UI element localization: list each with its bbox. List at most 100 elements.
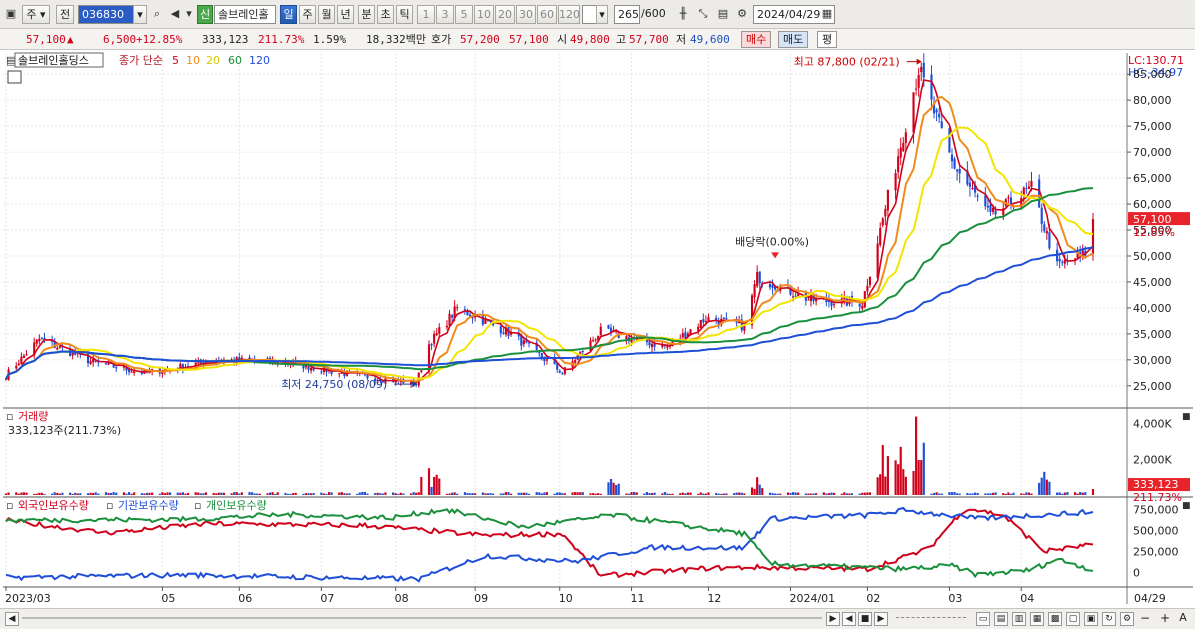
volume-menu-icon[interactable]: ▫ [6, 410, 13, 423]
candle-body [1063, 260, 1066, 264]
crosshair-icon[interactable]: ⤡ [696, 7, 710, 21]
volume-bar [499, 493, 502, 495]
window-icon[interactable]: ▣ [4, 7, 18, 21]
buy-button[interactable]: 매수 [741, 31, 772, 48]
volume-bar [379, 493, 382, 495]
volume-bar [268, 492, 272, 495]
speaker-icon[interactable]: ◀ [168, 7, 182, 21]
flat-button[interactable]: 평 [817, 31, 838, 48]
interval-120-button[interactable]: 120 [558, 5, 580, 24]
play-right-icon[interactable]: ▶ [826, 612, 840, 626]
volume-bar [325, 493, 328, 495]
volume-bar [779, 493, 782, 495]
settings-small-icon[interactable]: ⚙ [1120, 612, 1134, 626]
volume-bar [330, 492, 333, 495]
candle-tool-icon[interactable]: ╫ [676, 7, 690, 21]
candle-body [589, 340, 592, 351]
volume-bar [451, 492, 454, 495]
refresh-icon[interactable]: ↻ [1102, 612, 1116, 626]
gear-icon[interactable]: ⚙ [735, 7, 749, 21]
volume-bar [609, 478, 613, 495]
code-dropdown-icon[interactable]: ▾ [133, 5, 147, 24]
candle-body [1061, 261, 1064, 263]
interval-10-button[interactable]: 10 [474, 5, 494, 24]
holdings-close-icon[interactable]: ■ [1182, 501, 1191, 511]
volume-bar [107, 493, 110, 495]
volume-bar [617, 483, 620, 495]
candle-body [451, 315, 454, 318]
period-week-button[interactable]: 주 [299, 5, 316, 24]
stock-code-input[interactable]: 036830 [78, 5, 134, 24]
volume-bar [699, 492, 702, 495]
calculator-icon[interactable] [7, 70, 22, 84]
period-year-button[interactable]: 년 [337, 5, 354, 24]
grid-view-icon[interactable]: ▦ [1030, 612, 1044, 626]
up-arrow-icon: ▲ [67, 33, 74, 46]
volume-bar [402, 493, 405, 495]
ma10-legend: 10 [186, 54, 200, 67]
step-left-icon[interactable]: ◀ [842, 612, 856, 626]
interval-60-button[interactable]: 60 [537, 5, 557, 24]
candle-body [130, 371, 133, 373]
scroll-track[interactable] [22, 617, 822, 619]
candle-body [704, 320, 707, 322]
volume-summary: 333,123주(211.73%) [8, 424, 121, 437]
calendar-icon[interactable]: ▦ [820, 7, 834, 21]
period-day-button[interactable]: 일 [280, 5, 297, 24]
search-icon[interactable]: ⌕ [150, 7, 164, 21]
volume-bar [932, 492, 936, 495]
holdings-menu-icon[interactable]: ▫ [6, 499, 13, 512]
interval-30-button[interactable]: 30 [516, 5, 536, 24]
capture-icon[interactable]: ▢ [1066, 612, 1080, 626]
prefix-button[interactable]: 전 [56, 5, 74, 24]
interval-5-button[interactable]: 5 [455, 5, 473, 24]
split-icon[interactable]: ▥ [1012, 612, 1026, 626]
candle-body [976, 195, 979, 197]
volume-close-icon[interactable]: ■ [1182, 412, 1191, 422]
layout-icon[interactable]: ▤ [994, 612, 1008, 626]
stock-name-field[interactable]: 솔브레인홀 [214, 5, 276, 24]
candle-body [707, 317, 710, 321]
volume-bar [940, 493, 943, 495]
zoom-fit-icon[interactable]: ▭ [976, 612, 990, 626]
volume-bar [684, 493, 687, 495]
chart-scrollbar[interactable]: ◀ ▶ ◀ ■ ▶ ▭ ▤ ▥ ▦ ▩ ▢ ▣ ↻ ⚙ − + A [0, 608, 1195, 629]
candle-body [558, 370, 561, 373]
scroll-left-icon[interactable]: ◀ [5, 612, 19, 626]
volume-bar [1081, 492, 1084, 495]
speed-slider[interactable] [896, 617, 966, 621]
volume-bar [935, 492, 938, 495]
zoom-out-icon[interactable]: − [1138, 612, 1152, 626]
period-minute-button[interactable]: 분 [358, 5, 375, 24]
holdings-menu-icon-2[interactable]: ▫ [106, 499, 113, 512]
sell-button[interactable]: 매도 [778, 31, 809, 48]
volume-bar [643, 493, 646, 495]
font-size-icon[interactable]: A [1176, 612, 1190, 626]
period-month-button[interactable]: 월 [318, 5, 335, 24]
chevron-down-icon[interactable]: ▾ [182, 7, 196, 21]
bar-count-input[interactable]: 265 [614, 5, 640, 24]
candle-body [886, 189, 889, 211]
stock-chart[interactable]: ▤ 솔브레인홀딩스 종가 단순 5 10 20 60 120 LC:130.71… [0, 51, 1195, 608]
volume-bar [991, 492, 995, 495]
interval-20-button[interactable]: 20 [495, 5, 515, 24]
interval-3-button[interactable]: 3 [436, 5, 454, 24]
volume-bar [1030, 493, 1033, 495]
volume-bar [930, 493, 933, 495]
volume-bar [327, 492, 331, 495]
interval-dropdown-icon[interactable]: ▾ [596, 5, 608, 24]
holdings-menu-icon-3[interactable]: ▫ [194, 499, 201, 512]
save-icon[interactable]: ▤ [716, 7, 730, 21]
tile-icon[interactable]: ▩ [1048, 612, 1062, 626]
candle-body [481, 315, 484, 325]
volume-bar [310, 493, 313, 495]
zoom-in-icon[interactable]: + [1158, 612, 1172, 626]
print-icon[interactable]: ▣ [1084, 612, 1098, 626]
period-tick-button[interactable]: 틱 [396, 5, 413, 24]
period-second-button[interactable]: 초 [377, 5, 394, 24]
stop-icon[interactable]: ■ [858, 612, 872, 626]
volume-bar [453, 492, 456, 495]
period-main-select[interactable]: 주 ▾ [22, 5, 50, 24]
fast-forward-icon[interactable]: ▶ [874, 612, 888, 626]
interval-1-button[interactable]: 1 [417, 5, 435, 24]
